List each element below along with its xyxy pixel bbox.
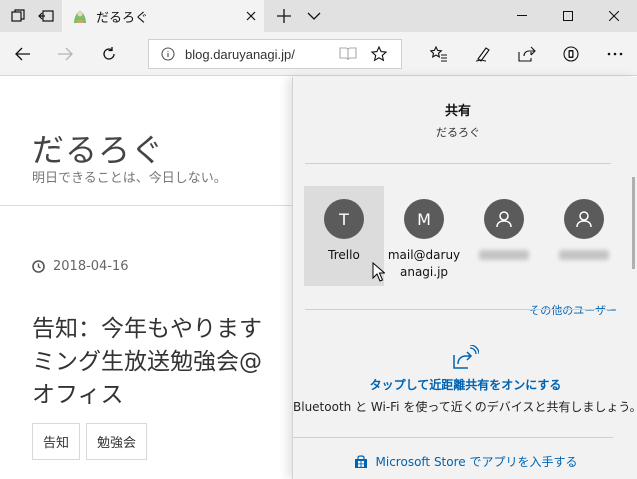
store-icon: [354, 454, 368, 469]
site-favicon: [72, 8, 88, 24]
tab-strip: だるろぐ: [0, 0, 637, 32]
minimize-icon[interactable]: [499, 0, 545, 32]
store-link[interactable]: Microsoft Store でアプリを入手する: [293, 453, 637, 470]
divider: [293, 437, 613, 438]
maximize-icon[interactable]: [545, 0, 591, 32]
tag-study-session[interactable]: 勉強会: [86, 423, 148, 460]
avatar: T: [324, 199, 364, 239]
blurred-contact-name: [559, 250, 609, 260]
web-page: だるろぐ 明日できることは、今日しない。 2018-04-16 告知：今年もやり…: [0, 77, 292, 479]
share-target-label-line: anagi.jp: [399, 265, 449, 279]
other-users-link[interactable]: その他のユーザー: [529, 302, 617, 318]
favorites-hub-icon[interactable]: [418, 32, 460, 76]
active-tab[interactable]: だるろぐ: [62, 0, 264, 32]
mouse-cursor-icon: [372, 261, 386, 286]
site-title[interactable]: だるろぐ: [32, 125, 164, 171]
refresh-icon[interactable]: [88, 32, 130, 76]
person-icon: [484, 199, 524, 239]
post-title-line: 告知：今年もやります: [32, 316, 262, 342]
info-icon[interactable]: [161, 47, 175, 61]
header-divider: [0, 205, 292, 206]
navigation-toolbar: blog.daruyanagi.jp/: [0, 32, 637, 76]
tab-title: だるろぐ: [96, 10, 149, 26]
forward-icon[interactable]: [44, 32, 86, 76]
back-icon[interactable]: [2, 32, 44, 76]
share-target-contact[interactable]: [464, 186, 544, 286]
avatar: M: [404, 199, 444, 239]
tab-actions-icon[interactable]: [6, 0, 30, 32]
favorite-star-icon[interactable]: [371, 46, 387, 62]
share-title: 共有: [444, 104, 471, 119]
close-icon[interactable]: [246, 0, 256, 32]
tag-list: 告知 勉強会: [32, 423, 148, 460]
store-link-text: Microsoft Store でアプリを入手する: [375, 455, 578, 469]
share-pane-scrollbar[interactable]: [632, 177, 635, 269]
site-tagline: 明日できることは、今日しない。: [32, 171, 227, 186]
nearby-share-icon[interactable]: [453, 344, 480, 373]
person-icon: [564, 199, 604, 239]
share-subtitle: だるろぐ: [436, 126, 480, 139]
post-title-line: ミング生放送勉強会@: [32, 349, 262, 375]
post-title[interactable]: 告知：今年もやります ミング生放送勉強会@ オフィス: [32, 313, 292, 412]
post-date: 2018-04-16: [32, 259, 129, 274]
reading-view-icon[interactable]: [339, 47, 357, 61]
address-bar[interactable]: blog.daruyanagi.jp/: [148, 39, 402, 69]
pen-icon[interactable]: [462, 32, 504, 76]
nearby-share-description: Bluetooth と Wi-Fi を使って近くのデバイスと共有しましょう。: [293, 400, 637, 414]
divider: [305, 163, 611, 164]
new-tab-icon[interactable]: [272, 0, 296, 32]
nearby-share-toggle-link[interactable]: タップして近距離共有をオンにする: [293, 376, 637, 393]
share-target-label-line: mail@daruy: [387, 248, 461, 262]
divider: [305, 309, 611, 310]
extension-icon[interactable]: [550, 32, 592, 76]
share-target-mail[interactable]: M mail@daruy anagi.jp: [384, 186, 464, 286]
post-title-line: オフィス: [32, 382, 124, 408]
post-date-text: 2018-04-16: [53, 259, 129, 274]
set-tabs-aside-icon[interactable]: [34, 0, 58, 32]
window-close-icon[interactable]: [591, 0, 637, 32]
chevron-down-icon[interactable]: [302, 0, 326, 32]
share-icon[interactable]: [506, 32, 548, 76]
share-target-contact[interactable]: [544, 186, 624, 286]
blurred-contact-name: [479, 250, 529, 260]
tag-announcement[interactable]: 告知: [32, 423, 81, 460]
clock-icon: [32, 260, 45, 273]
share-pane: 共有 だるろぐ T Trello M mail@daruy anagi.jp そ…: [292, 77, 637, 479]
address-url: blog.daruyanagi.jp/: [185, 46, 295, 62]
more-icon[interactable]: [594, 32, 636, 76]
share-target-label: mail@daruy anagi.jp: [381, 247, 467, 281]
